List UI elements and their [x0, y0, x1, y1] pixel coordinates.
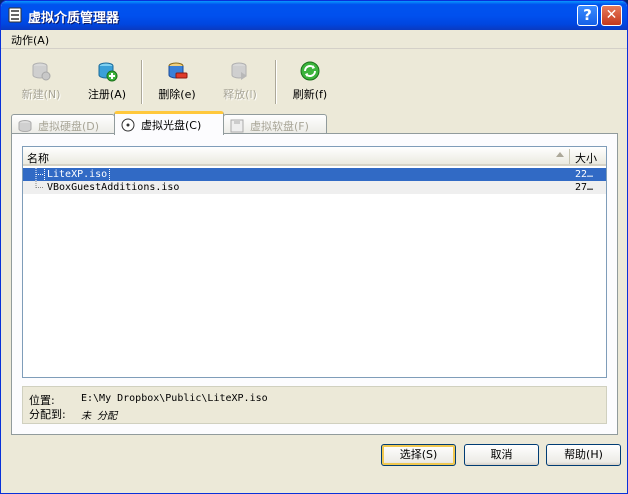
- tree-line-icon: [35, 181, 44, 188]
- refresh-label: 刷新(f): [292, 88, 328, 101]
- remove-disk-icon: [168, 62, 188, 79]
- column-divider[interactable]: [569, 149, 570, 164]
- floppy-icon: [230, 119, 244, 133]
- cd-icon: [121, 118, 135, 132]
- register-button[interactable]: 注册(A): [81, 60, 133, 106]
- release-disk-icon: [231, 62, 247, 80]
- item-name: VBoxGuestAdditions.iso: [47, 182, 180, 193]
- hard-disk-icon: [18, 120, 32, 133]
- new-label: 新建(N): [21, 88, 61, 101]
- media-type-tabs: 虚拟硬盘(D) 虚拟光盘(C) 虚拟软盘(F): [11, 111, 621, 135]
- menu-bar: 动作(A): [1, 30, 627, 49]
- location-value: E:\My Dropbox\Public\LiteXP.iso: [81, 393, 268, 404]
- help-button[interactable]: 帮助(H): [546, 444, 621, 466]
- column-size[interactable]: 大小: [575, 150, 597, 166]
- tab-cd-dvd[interactable]: 虚拟光盘(C): [114, 111, 224, 135]
- item-size: 27…: [575, 182, 594, 193]
- toolbar-separator: [275, 60, 277, 104]
- tab-hard-disks[interactable]: 虚拟硬盘(D): [11, 114, 115, 134]
- cancel-button[interactable]: 取消: [464, 444, 539, 466]
- select-button[interactable]: 选择(S): [381, 444, 456, 466]
- tree-line-icon: [35, 168, 44, 181]
- window-title: 虚拟介质管理器: [28, 11, 120, 26]
- tab-floppy[interactable]: 虚拟软盘(F): [223, 114, 327, 134]
- title-bar[interactable]: 虚拟介质管理器 ? ✕: [1, 1, 627, 30]
- tab-panel: 名称 大小 LiteXP.iso 22… VBoxGuestAdditions.…: [11, 133, 618, 435]
- menu-action[interactable]: 动作(A): [11, 32, 49, 48]
- close-icon: ✕: [605, 7, 618, 23]
- release-label: 释放(l): [223, 88, 257, 101]
- media-info-box: 位置: E:\My Dropbox\Public\LiteXP.iso 分配到:…: [22, 386, 607, 424]
- refresh-icon: [300, 61, 320, 81]
- release-button[interactable]: 释放(l): [215, 60, 265, 106]
- toolbar-separator: [141, 60, 143, 104]
- item-name: LiteXP.iso: [43, 167, 111, 182]
- item-size: 22…: [575, 169, 594, 180]
- media-manager-window: 虚拟介质管理器 ? ✕ 动作(A) 新建(N) 注册(A) 删除(e) 释放(l…: [0, 0, 628, 494]
- sort-ascending-icon: [556, 152, 564, 157]
- list-header: 名称 大小: [23, 147, 606, 166]
- help-title-button[interactable]: ?: [577, 5, 598, 26]
- remove-label: 删除(e): [158, 88, 196, 101]
- close-button[interactable]: ✕: [601, 5, 622, 26]
- remove-button[interactable]: 删除(e): [151, 60, 203, 106]
- new-button[interactable]: 新建(N): [17, 60, 65, 106]
- attached-value: 未 分配: [81, 411, 118, 422]
- disk-stack-icon: [8, 7, 22, 23]
- list-item[interactable]: VBoxGuestAdditions.iso 27…: [23, 181, 606, 194]
- media-list[interactable]: 名称 大小 LiteXP.iso 22… VBoxGuestAdditions.…: [22, 146, 607, 378]
- help-icon: ?: [583, 6, 592, 24]
- toolbar: 新建(N) 注册(A) 删除(e) 释放(l) 刷新(f): [1, 50, 627, 108]
- refresh-button[interactable]: 刷新(f): [285, 60, 335, 106]
- tab-label: 虚拟硬盘(D): [38, 120, 100, 133]
- tab-label: 虚拟光盘(C): [141, 119, 202, 132]
- list-item[interactable]: LiteXP.iso 22…: [23, 167, 606, 182]
- add-disk-icon: [98, 62, 118, 82]
- new-disk-icon: [32, 62, 51, 81]
- attached-label: 分配到:: [29, 408, 66, 421]
- register-label: 注册(A): [87, 88, 127, 101]
- column-name[interactable]: 名称: [27, 150, 49, 166]
- tab-label: 虚拟软盘(F): [250, 120, 309, 133]
